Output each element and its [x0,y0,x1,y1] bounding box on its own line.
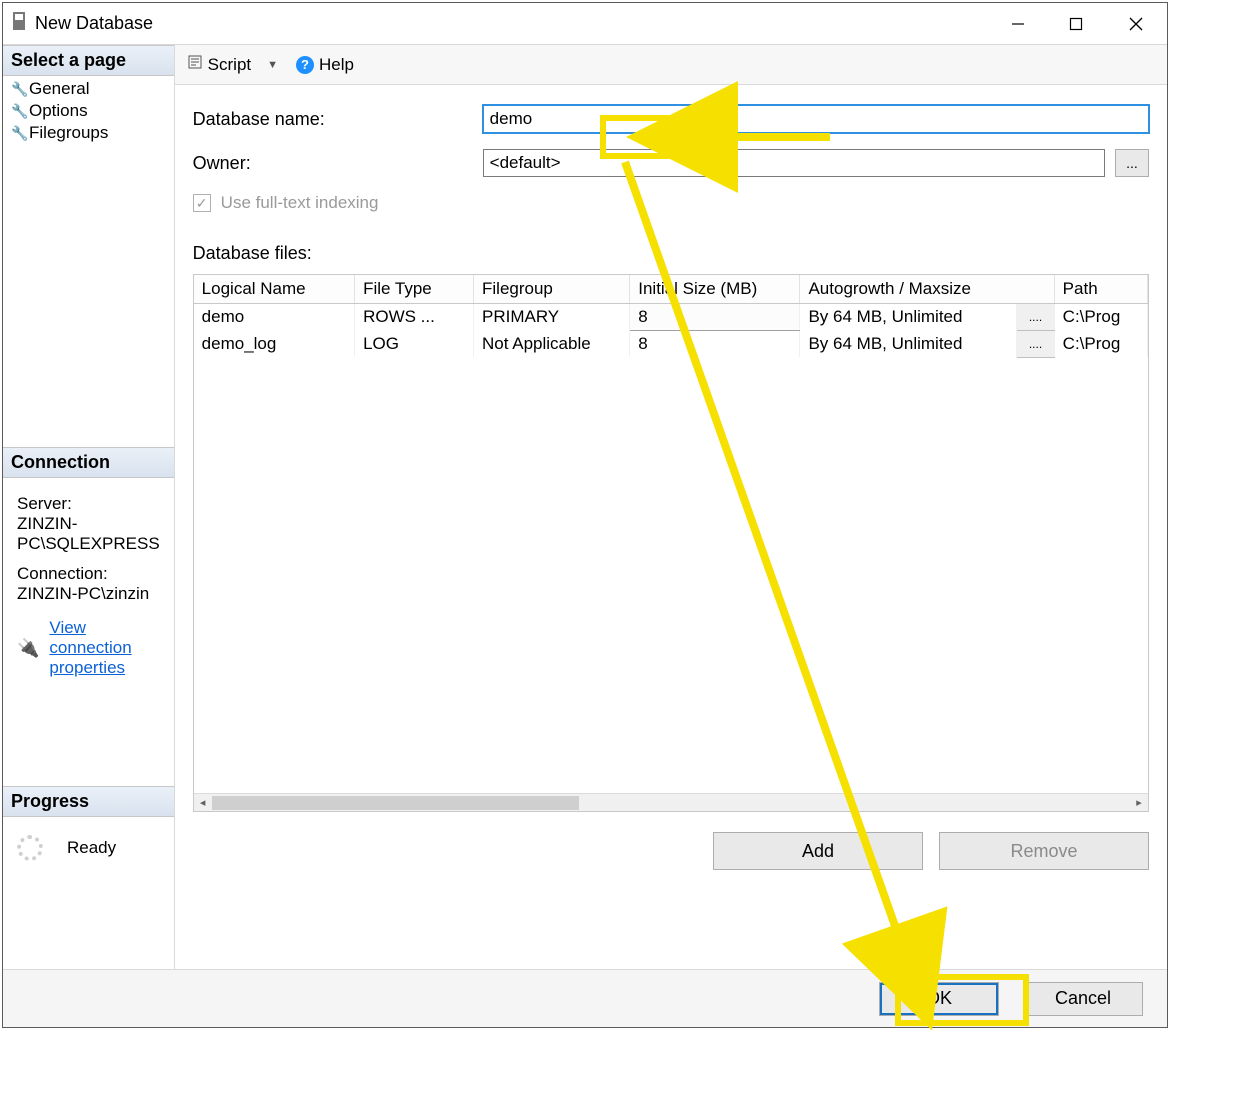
script-button[interactable]: Script ▼ [187,54,278,75]
help-button[interactable]: ? Help [296,55,354,75]
table-row[interactable]: demo_log LOG Not Applicable 8 By 64 MB, … [194,331,1148,358]
scroll-track[interactable] [212,794,1130,811]
col-path[interactable]: Path [1054,275,1147,304]
cell-filegroup[interactable]: Not Applicable [474,331,630,358]
view-connection-link[interactable]: View connection properties [49,618,159,678]
script-icon [187,54,203,75]
page-label: General [29,79,89,99]
scroll-left-icon[interactable]: ◂ [194,794,212,811]
scroll-right-icon[interactable]: ▸ [1130,794,1148,811]
cell-filegroup[interactable]: PRIMARY [474,304,630,331]
connection-value: ZINZIN-PC\zinzin [17,584,160,604]
server-label: Server: [17,494,160,514]
cell-file-type[interactable]: ROWS ... [355,304,474,331]
help-icon: ? [296,56,314,74]
close-button[interactable] [1105,3,1167,44]
progress-spinner-icon [17,835,43,861]
fulltext-checkbox: ✓ [193,194,211,212]
progress-panel: Ready [3,817,174,879]
server-value: ZINZIN-PC\SQLEXPRESS [17,514,160,554]
dbname-label: Database name: [193,109,483,130]
connection-panel: Server: ZINZIN-PC\SQLEXPRESS Connection:… [3,478,174,696]
wrench-icon: 🔧 [11,103,25,120]
page-options[interactable]: 🔧 Options [3,100,174,122]
ok-button[interactable]: OK [879,982,999,1016]
progress-status: Ready [67,838,116,858]
chevron-down-icon[interactable]: ▼ [267,59,278,71]
wrench-icon: 🔧 [11,125,25,142]
database-files-grid[interactable]: Logical Name File Type Filegroup Initial… [193,274,1149,812]
cell-file-type[interactable]: LOG [355,331,474,358]
minimize-button[interactable] [989,3,1047,44]
select-page-header: Select a page [3,45,174,76]
cell-autogrowth: By 64 MB, Unlimited [800,304,1017,331]
cell-logical-name[interactable]: demo [194,304,355,331]
grid-header-row: Logical Name File Type Filegroup Initial… [194,275,1148,304]
connection-icon: 🔌 [17,638,39,659]
dialog-footer: OK Cancel [3,969,1167,1027]
fulltext-label: Use full-text indexing [221,193,379,213]
page-label: Filegroups [29,123,108,143]
owner-label: Owner: [193,153,483,174]
owner-input[interactable] [483,149,1105,177]
cell-initial-size[interactable]: 8 [630,331,800,358]
cell-initial-size[interactable]: 8 [630,304,800,331]
dbname-input[interactable] [483,105,1149,133]
horizontal-scrollbar[interactable]: ◂ ▸ [194,793,1148,811]
col-filegroup[interactable]: Filegroup [474,275,630,304]
fulltext-checkbox-row: ✓ Use full-text indexing [193,193,1149,213]
page-general[interactable]: 🔧 General [3,78,174,100]
page-filegroups[interactable]: 🔧 Filegroups [3,122,174,144]
autogrowth-browse-button[interactable]: .... [1017,331,1054,358]
connection-label: Connection: [17,564,160,584]
main-panel: Script ▼ ? Help Database name: Owner: [175,45,1167,969]
script-label: Script [208,55,251,75]
col-logical-name[interactable]: Logical Name [194,275,355,304]
connection-header: Connection [3,447,174,478]
cancel-button[interactable]: Cancel [1023,982,1143,1016]
col-initial-size[interactable]: Initial Size (MB) [630,275,800,304]
cell-path[interactable]: C:\Prog [1054,331,1147,358]
new-database-dialog: New Database Select a page 🔧 General [2,2,1168,1028]
maximize-button[interactable] [1047,3,1105,44]
autogrowth-browse-button[interactable]: .... [1017,304,1054,331]
cell-autogrowth: By 64 MB, Unlimited [800,331,1017,358]
progress-header: Progress [3,786,174,817]
owner-browse-button[interactable]: ... [1115,149,1149,177]
app-icon [11,11,27,36]
cell-path[interactable]: C:\Prog [1054,304,1147,331]
add-button[interactable]: Add [713,832,923,870]
help-label: Help [319,55,354,75]
wrench-icon: 🔧 [11,81,25,98]
remove-button: Remove [939,832,1149,870]
table-row[interactable]: demo ROWS ... PRIMARY 8 By 64 MB, Unlimi… [194,304,1148,331]
window-title: New Database [35,13,153,34]
page-list: 🔧 General 🔧 Options 🔧 Filegroups [3,76,174,144]
col-autogrowth[interactable]: Autogrowth / Maxsize [800,275,1054,304]
toolbar: Script ▼ ? Help [175,45,1167,85]
database-files-label: Database files: [193,243,1149,264]
titlebar: New Database [3,3,1167,45]
scroll-thumb[interactable] [212,796,579,810]
page-label: Options [29,101,88,121]
cell-logical-name[interactable]: demo_log [194,331,355,358]
window-buttons [989,3,1167,44]
col-file-type[interactable]: File Type [355,275,474,304]
sidebar: Select a page 🔧 General 🔧 Options 🔧 File… [3,45,175,969]
